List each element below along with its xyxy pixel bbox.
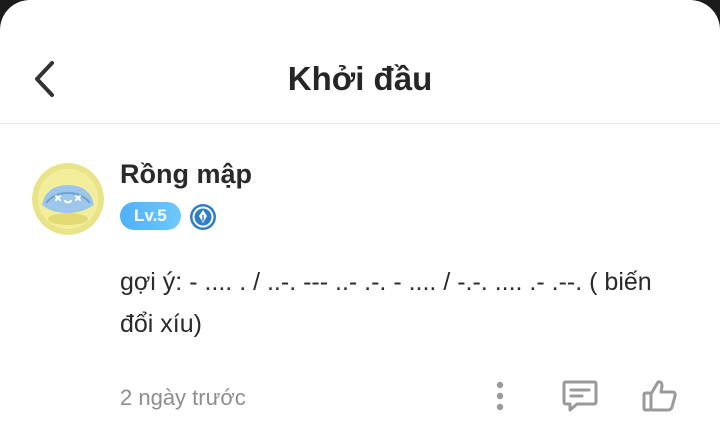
page-title: Khởi đầu xyxy=(287,60,433,97)
comment-timestamp: 2 ngày trước xyxy=(120,385,246,410)
quill-badge-icon xyxy=(189,203,217,231)
level-badge: Lv.5 xyxy=(120,202,181,230)
more-vertical-icon xyxy=(496,381,504,411)
like-button[interactable] xyxy=(640,375,680,417)
avatar[interactable] xyxy=(32,163,104,235)
username[interactable]: Rồng mập xyxy=(120,159,252,190)
comment-text: gợi ý: - .... . / ..-. --- ..- .-. - ...… xyxy=(120,268,652,338)
thumbs-up-icon xyxy=(642,380,677,412)
comment-sheet: Khởi đầu Rồng mập Lv.5 gợi ý: - .... . /… xyxy=(0,0,720,445)
more-options-button[interactable] xyxy=(486,375,514,417)
comment-icon xyxy=(562,380,598,412)
header: Khởi đầu xyxy=(0,0,720,124)
reply-button[interactable] xyxy=(560,375,600,417)
comment-item: Rồng mập Lv.5 gợi ý: - .... . / ..-. ---… xyxy=(0,125,720,445)
